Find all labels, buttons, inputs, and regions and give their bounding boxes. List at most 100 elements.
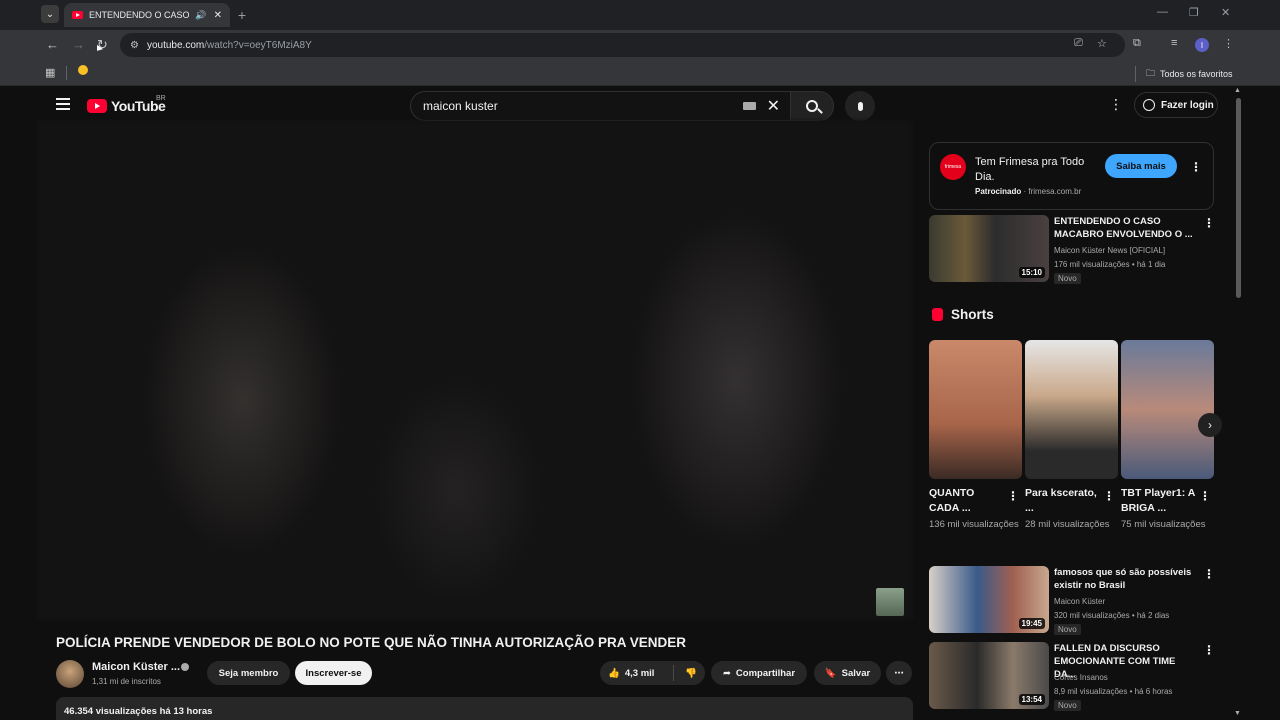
voice-search-button[interactable] <box>845 91 875 121</box>
sidebar-video-1[interactable]: 15:10 ENTENDENDO O CASO MACABRO ENVOLVEN… <box>929 215 1219 284</box>
share-arrow-icon: ➦ <box>722 667 731 679</box>
short-item-2[interactable]: Para kscerato, ... 28 mil visualizações … <box>1025 340 1118 532</box>
install-app-icon[interactable]: ⎚ <box>1074 37 1083 50</box>
short-more-icon[interactable]: ⋮ <box>1007 489 1019 503</box>
video-meta: 176 mil visualizações • há 1 dia <box>1054 260 1166 269</box>
like-count: 4,3 mil <box>624 667 655 679</box>
save-label: Salvar <box>841 667 871 679</box>
login-button[interactable]: Fazer login <box>1134 92 1218 118</box>
thumbs-up-icon: 👍 <box>608 667 620 679</box>
settings-more-icon[interactable]: ⋮ <box>1109 96 1123 113</box>
menu-hamburger-icon[interactable] <box>56 98 70 113</box>
sponsored-ad[interactable]: frimesa Tem Frimesa pra Todo Dia. Patroc… <box>929 142 1214 210</box>
short-views: 28 mil visualizações <box>1025 519 1110 530</box>
video-title[interactable]: ENTENDENDO O CASO MACABRO ENVOLVENDO O .… <box>1054 215 1194 241</box>
channel-watermark[interactable] <box>876 588 904 616</box>
join-button[interactable]: Seja membro <box>207 661 290 685</box>
shorts-next-button[interactable]: › <box>1198 413 1222 437</box>
youtube-logo[interactable]: YouTube <box>87 98 166 114</box>
page-scrollbar[interactable]: ▲ ▼ <box>1233 86 1243 720</box>
video-meta: 320 mil visualizações • há 2 dias <box>1054 611 1170 620</box>
thumbs-down-icon[interactable]: 👎 <box>685 668 697 679</box>
search-button[interactable] <box>790 91 834 121</box>
video-thumbnail[interactable]: 13:54 <box>929 642 1049 709</box>
browser-toolbar: ← → ↻ ⚙ youtube.com/watch?v=oeyT6MziA8Y … <box>0 30 1280 60</box>
new-tab-button[interactable]: + <box>233 6 251 24</box>
keyboard-icon[interactable] <box>743 102 756 110</box>
extensions-icon[interactable]: ⧉ <box>1133 37 1141 50</box>
short-more-icon[interactable]: ⋮ <box>1103 489 1115 503</box>
join-label: Seja membro <box>218 667 279 679</box>
share-label: Compartilhar <box>735 667 796 679</box>
short-title: TBT Player1: A BRIGA ... <box>1121 487 1195 514</box>
short-thumbnail[interactable] <box>929 340 1022 479</box>
all-bookmarks-button[interactable]: 🗀 Todos os favoritos <box>1135 66 1280 82</box>
save-button[interactable]: 🔖 Salvar <box>814 661 881 685</box>
forward-arrow-icon[interactable]: → <box>72 37 85 52</box>
search-input[interactable]: maicon kuster ✕ <box>410 91 790 121</box>
bookmarks-bar: ▦ 🗀 Todos os favoritos <box>0 60 1280 86</box>
video-thumbnail[interactable]: 15:10 <box>929 215 1049 282</box>
video-title[interactable]: famosos que só são possíveis existir no … <box>1054 566 1194 592</box>
media-controls-icon[interactable]: ≡ <box>1171 37 1177 49</box>
close-tab-icon[interactable]: ✕ <box>214 10 222 21</box>
bookmarks-divider <box>66 66 67 80</box>
short-more-icon[interactable]: ⋮ <box>1199 489 1211 503</box>
browser-menu-icon[interactable]: ⋮ <box>1223 37 1234 50</box>
bookmark-favicon[interactable] <box>78 65 88 75</box>
shorts-icon <box>932 308 943 321</box>
short-thumbnail[interactable] <box>1025 340 1118 479</box>
bookmark-icon: 🔖 <box>824 667 837 679</box>
short-item-3[interactable]: TBT Player1: A BRIGA ... 75 mil visualiz… <box>1121 340 1214 532</box>
sidebar-video-3[interactable]: 13:54 FALLEN DA DISCURSO EMOCIONANTE COM… <box>929 642 1219 711</box>
clear-search-icon[interactable]: ✕ <box>767 96 780 116</box>
profile-avatar[interactable]: I <box>1195 38 1209 52</box>
description-box[interactable]: 46.354 visualizações há 13 horas <box>56 697 913 720</box>
video-title: POLÍCIA PRENDE VENDEDOR DE BOLO NO POTE … <box>56 635 687 650</box>
ad-more-icon[interactable]: ⋮ <box>1190 160 1202 174</box>
share-button[interactable]: ➦ Compartilhar <box>711 661 807 685</box>
speaker-icon[interactable]: 🔊 <box>195 10 206 21</box>
video-more-icon[interactable]: ⋮ <box>1203 567 1215 581</box>
country-code: BR <box>156 95 166 102</box>
learn-more-button[interactable]: Saiba mais <box>1105 154 1177 178</box>
browser-tab-active[interactable]: ENTENDENDO O CASO MA 🔊 ✕ <box>64 3 230 27</box>
short-thumbnail[interactable] <box>1121 340 1214 479</box>
youtube-page: YouTube BR maicon kuster ✕ ⋮ Fazer login… <box>37 86 1243 720</box>
search-icon <box>806 100 818 112</box>
restore-icon[interactable]: ❐ <box>1189 6 1199 19</box>
video-more-icon[interactable]: ⋮ <box>1203 216 1215 230</box>
short-views: 75 mil visualizações <box>1121 519 1206 530</box>
sidebar-video-2[interactable]: 19:45 famosos que só são possíveis exist… <box>929 566 1219 635</box>
subscribe-label: Inscrever-se <box>305 667 362 679</box>
tab-strip: ⌄ ENTENDENDO O CASO MA 🔊 ✕ + — ❐ ✕ <box>0 0 1280 30</box>
user-icon <box>1143 99 1155 111</box>
more-actions-button[interactable]: ⋯ <box>886 661 912 685</box>
short-item-1[interactable]: QUANTO CADA ... 136 mil visualizações ⋮ <box>929 340 1022 532</box>
back-arrow-icon[interactable]: ← <box>46 37 59 52</box>
minimize-icon[interactable]: — <box>1157 6 1168 18</box>
bookmark-star-icon[interactable]: ☆ <box>1097 37 1107 50</box>
video-more-icon[interactable]: ⋮ <box>1203 643 1215 657</box>
apps-grid-icon[interactable]: ▦ <box>45 66 55 79</box>
window-close-icon[interactable]: ✕ <box>1221 6 1230 19</box>
scroll-up-icon[interactable]: ▲ <box>1234 87 1241 94</box>
site-info-icon[interactable]: ⚙ <box>130 40 139 51</box>
scroll-down-icon[interactable]: ▼ <box>1234 710 1241 717</box>
video-duration: 13:54 <box>1018 694 1045 705</box>
subscribe-button[interactable]: Inscrever-se <box>295 661 372 685</box>
like-button[interactable]: 👍 4,3 mil 👎 <box>600 661 705 685</box>
views-line: 46.354 visualizações há 13 horas <box>64 706 213 717</box>
tab-search-chevron-icon[interactable]: ⌄ <box>41 5 59 23</box>
subscriber-count: 1,31 mi de inscritos <box>92 677 161 686</box>
scrollbar-thumb[interactable] <box>1236 98 1241 298</box>
short-views: 136 mil visualizações <box>929 519 1019 530</box>
shorts-heading: Shorts <box>932 307 994 322</box>
channel-name[interactable]: Maicon Küster ... <box>92 661 180 673</box>
channel-avatar[interactable] <box>56 660 84 688</box>
video-thumbnail[interactable]: 19:45 <box>929 566 1049 633</box>
frimesa-logo: frimesa <box>940 154 966 180</box>
video-player[interactable] <box>37 120 913 620</box>
address-bar[interactable]: ⚙ youtube.com/watch?v=oeyT6MziA8Y <box>120 33 1125 57</box>
video-duration: 15:10 <box>1018 267 1045 278</box>
